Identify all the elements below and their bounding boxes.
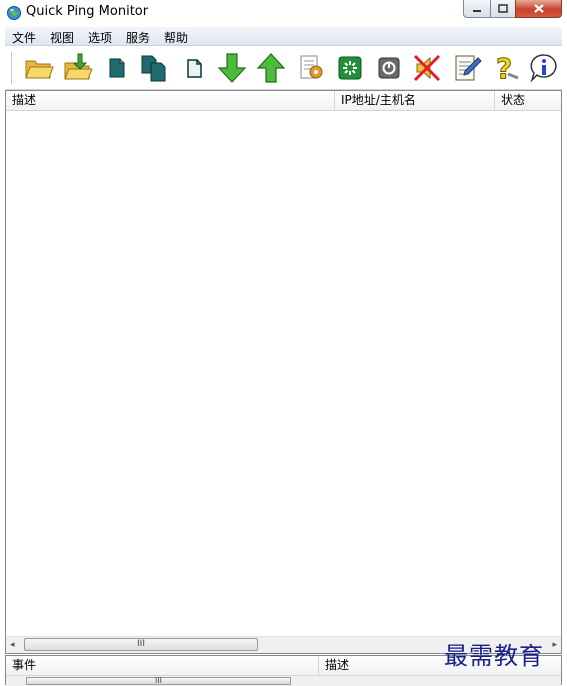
edit-notes-icon [455, 55, 482, 81]
open-button[interactable] [23, 52, 55, 84]
host-list-header: 描述 IP地址/主机名 状态 [6, 91, 561, 111]
menu-bar: 文件 视图 选项 服务 帮助 [5, 27, 562, 46]
open-folder-icon [25, 60, 54, 79]
copy-host-button[interactable] [138, 52, 170, 84]
move-up-button[interactable] [255, 52, 287, 84]
column-description[interactable]: 描述 [6, 91, 335, 110]
menu-service[interactable]: 服务 [126, 29, 150, 46]
window-title: Quick Ping Monitor [26, 4, 149, 19]
column-ip-hostname[interactable]: IP地址/主机名 [335, 91, 495, 110]
new-document-icon [187, 59, 202, 78]
edit-notes-button[interactable] [451, 52, 483, 84]
start-monitor-button[interactable] [334, 52, 366, 84]
settings-document-icon [300, 55, 323, 79]
close-icon [533, 4, 544, 13]
minimize-icon [473, 9, 481, 12]
event-log-horizontal-scrollbar[interactable]: III [6, 676, 561, 686]
svg-text:?: ? [496, 52, 512, 84]
watermark-text: 最需教育 [444, 642, 544, 670]
maximize-icon [498, 4, 508, 13]
copy-host-icon [141, 55, 166, 82]
stop-monitor-icon [378, 57, 400, 79]
new-host-button[interactable] [101, 52, 133, 84]
menu-view[interactable]: 视图 [50, 29, 74, 46]
menu-options[interactable]: 选项 [88, 29, 112, 46]
scroll-thumb[interactable]: III [24, 638, 258, 651]
toolbar-grip[interactable] [11, 52, 16, 84]
mute-sound-icon [413, 54, 441, 82]
maximize-button[interactable] [490, 0, 516, 18]
column-status[interactable]: 状态 [495, 91, 561, 110]
menu-file[interactable]: 文件 [12, 29, 36, 46]
settings-document-button[interactable] [295, 52, 327, 84]
scroll-left-arrow-icon[interactable]: ◂ [10, 640, 15, 650]
move-up-icon [256, 53, 286, 83]
help-icon: ? [496, 52, 519, 84]
new-host-icon [109, 58, 125, 78]
menu-help[interactable]: 帮助 [164, 29, 188, 46]
mute-sound-button[interactable] [411, 52, 443, 84]
move-down-button[interactable] [216, 52, 248, 84]
title-bar: Quick Ping Monitor [0, 0, 567, 26]
toolbar: ? [5, 46, 562, 90]
column-event[interactable]: 事件 [6, 656, 319, 675]
start-monitor-icon [338, 56, 362, 80]
minimize-button[interactable] [463, 0, 491, 18]
new-document-button[interactable] [178, 52, 210, 84]
save-folder-icon [64, 53, 93, 80]
info-icon [530, 54, 557, 83]
stop-monitor-button[interactable] [373, 52, 405, 84]
help-button[interactable]: ? [490, 52, 522, 84]
globe-app-icon [7, 6, 21, 20]
host-list[interactable]: 描述 IP地址/主机名 状态 ◂ III ▸ [5, 90, 562, 654]
event-log-scroll-thumb[interactable]: III [26, 677, 291, 685]
info-button[interactable] [528, 52, 560, 84]
save-button[interactable] [62, 52, 94, 84]
move-down-icon [217, 53, 247, 83]
scroll-right-arrow-icon[interactable]: ▸ [552, 640, 557, 650]
close-button[interactable] [515, 0, 562, 18]
